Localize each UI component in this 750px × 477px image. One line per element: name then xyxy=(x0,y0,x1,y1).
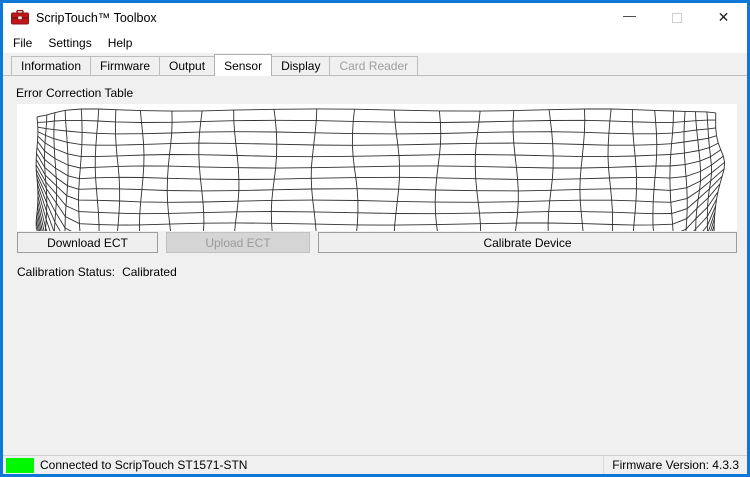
maximize-icon xyxy=(671,12,682,23)
close-icon: ✕ xyxy=(717,9,730,25)
error-correction-table-panel xyxy=(17,104,737,231)
menu-bar: File Settings Help xyxy=(3,32,747,53)
firmware-version-section: Firmware Version: 4.3.3 xyxy=(603,456,747,474)
tab-strip: Information Firmware Output Sensor Displ… xyxy=(3,53,747,76)
upload-ect-button: Upload ECT xyxy=(166,232,310,253)
tab-output[interactable]: Output xyxy=(159,56,216,75)
ect-button-row: Download ECT Upload ECT Calibrate Device xyxy=(17,232,737,253)
connection-indicator xyxy=(6,457,34,473)
sensor-tab-pane: Error Correction Table Download ECT Uplo… xyxy=(3,75,747,455)
window-controls: — ✕ xyxy=(606,3,747,32)
error-correction-table-label: Error Correction Table xyxy=(16,86,134,100)
ect-mesh-graphic xyxy=(35,108,726,231)
download-ect-button[interactable]: Download ECT xyxy=(17,232,158,253)
menu-file[interactable]: File xyxy=(5,34,40,52)
minimize-icon: — xyxy=(623,8,636,23)
calibration-status: Calibration Status: Calibrated xyxy=(17,265,177,279)
close-button[interactable]: ✕ xyxy=(700,3,747,32)
firmware-version-text: Firmware Version: 4.3.3 xyxy=(612,458,739,472)
calibrate-device-button[interactable]: Calibrate Device xyxy=(318,232,737,253)
tab-display[interactable]: Display xyxy=(271,56,331,75)
window-title: ScripTouch™ Toolbox xyxy=(36,10,157,25)
menu-help[interactable]: Help xyxy=(100,34,141,52)
menu-settings[interactable]: Settings xyxy=(40,34,99,52)
toolbox-icon xyxy=(11,10,29,25)
connection-status-text: Connected to ScripTouch ST1571-STN xyxy=(40,458,248,472)
maximize-button[interactable] xyxy=(653,3,700,32)
calibration-status-label: Calibration Status: xyxy=(17,265,116,279)
status-bar: Connected to ScripTouch ST1571-STN Firmw… xyxy=(3,455,747,474)
app-window: ScripTouch™ Toolbox — ✕ File Settings He… xyxy=(0,0,750,477)
calibration-status-value: Calibrated xyxy=(122,265,177,279)
title-bar: ScripTouch™ Toolbox — ✕ xyxy=(3,3,747,32)
minimize-button[interactable]: — xyxy=(606,3,653,32)
tab-card-reader: Card Reader xyxy=(329,56,419,75)
tab-firmware[interactable]: Firmware xyxy=(90,56,161,75)
tab-sensor[interactable]: Sensor xyxy=(214,54,273,76)
tab-information[interactable]: Information xyxy=(11,56,92,75)
